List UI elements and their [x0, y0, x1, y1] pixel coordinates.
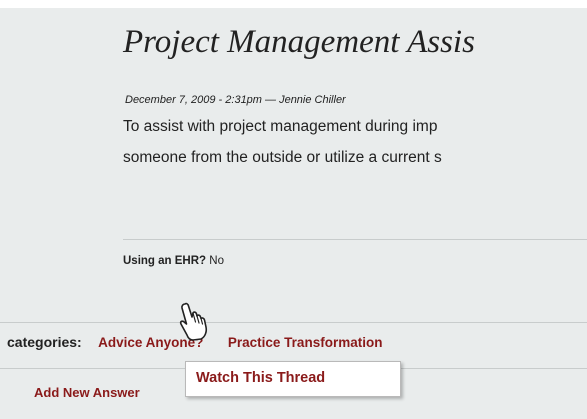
category-link-practice-transformation[interactable]: Practice Transformation: [228, 335, 383, 350]
post-title: Project Management Assis: [123, 24, 475, 60]
divider: [123, 239, 587, 240]
content-panel: [0, 8, 587, 419]
post-body-line: To assist with project management during…: [123, 118, 438, 135]
ehr-label: Using an EHR?: [123, 255, 207, 267]
categories-label: categories:: [7, 334, 82, 350]
post-body-line: someone from the outside or utilize a cu…: [123, 149, 442, 166]
ehr-value: No: [209, 255, 224, 267]
post-meta: December 7, 2009 - 2:31pm — Jennie Chill…: [125, 94, 346, 106]
watch-thread-label: Watch This Thread: [196, 370, 326, 386]
add-new-answer-link[interactable]: Add New Answer: [34, 385, 140, 400]
hand-pointer-icon: [179, 302, 208, 341]
ehr-status: Using an EHR? No: [123, 255, 224, 267]
post-body: To assist with project management during…: [123, 111, 587, 173]
watch-thread-tooltip[interactable]: Watch This Thread: [185, 361, 401, 397]
divider: [0, 322, 587, 323]
